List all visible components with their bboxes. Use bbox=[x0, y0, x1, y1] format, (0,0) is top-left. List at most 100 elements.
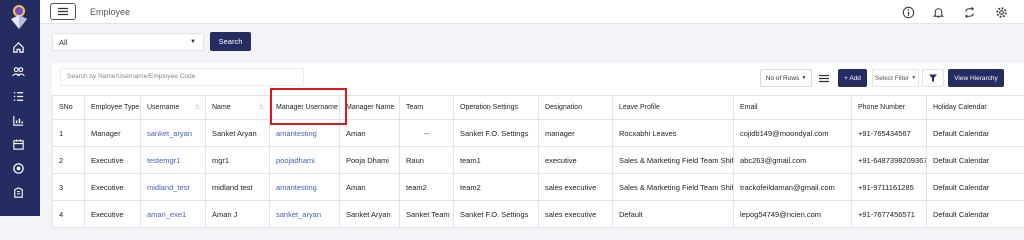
page-title: Employee bbox=[90, 7, 131, 17]
column-header[interactable]: Phone Number bbox=[851, 95, 927, 120]
top-bar: Employee bbox=[40, 0, 1024, 24]
cell-employee-type: Executive bbox=[84, 146, 141, 174]
cell-email: abc263@gmail.com bbox=[733, 146, 852, 174]
chevron-down-icon: ▼ bbox=[801, 75, 807, 81]
cell-team: Raun bbox=[399, 146, 454, 174]
cell-phone: +91-9711161285 bbox=[851, 173, 927, 201]
column-header[interactable]: Holiday Calendar bbox=[926, 95, 1024, 120]
cell-operation-settings: Sanket F.O. Settings bbox=[453, 200, 539, 228]
sort-icon[interactable]: ⇅ bbox=[259, 104, 264, 111]
cell-team: team2 bbox=[399, 173, 454, 201]
sort-icon[interactable]: ⇅ bbox=[195, 104, 200, 111]
cell-holiday-calendar: Default Calendar bbox=[926, 146, 1024, 174]
list-icon bbox=[819, 74, 829, 82]
column-header[interactable]: Team bbox=[399, 95, 454, 120]
team-icon[interactable] bbox=[11, 64, 25, 78]
cell-employee-type: Manager bbox=[84, 119, 141, 147]
cell-manager-username-link[interactable]: poojadhami bbox=[269, 146, 340, 174]
cell-team: -- bbox=[399, 119, 454, 147]
cell-email: trackofeildaman@gmail.com bbox=[733, 173, 852, 201]
cell-sno: 4 bbox=[52, 200, 85, 228]
add-employee-button[interactable]: + Add bbox=[838, 69, 867, 87]
column-list-button[interactable] bbox=[816, 69, 832, 87]
table-row[interactable]: 4 Executive aman_exe1 Aman J sanket_arya… bbox=[52, 200, 1024, 228]
home-icon[interactable] bbox=[11, 40, 25, 54]
table-row[interactable]: 1 Manager sanket_aryan Sanket Aryan aman… bbox=[52, 119, 1024, 147]
calendar-icon[interactable] bbox=[11, 137, 25, 151]
employee-filter-value: All bbox=[59, 38, 68, 47]
cell-username-link[interactable]: testemgr1 bbox=[140, 146, 206, 174]
highlight-box bbox=[270, 88, 347, 125]
menu-toggle-button[interactable] bbox=[50, 3, 76, 20]
funnel-icon bbox=[929, 74, 937, 82]
reports-icon[interactable] bbox=[11, 113, 25, 127]
cell-phone: +91-7677456571 bbox=[851, 200, 927, 228]
table-row[interactable]: 3 Executive midland_test midland test am… bbox=[52, 173, 1024, 201]
info-icon[interactable] bbox=[901, 5, 915, 19]
cell-sno: 2 bbox=[52, 146, 85, 174]
column-header[interactable]: Name ⇅ bbox=[205, 95, 270, 120]
cell-manager-name: Sanket Aryan bbox=[339, 200, 400, 228]
cell-leave-profile: Default bbox=[612, 200, 734, 228]
cell-leave-profile: Sales & Marketing Field Team Shift bbox=[612, 146, 734, 174]
cell-leave-profile: Rocxabhi Leaves bbox=[612, 119, 734, 147]
cell-manager-name: Aman bbox=[339, 173, 400, 201]
cell-designation: sales executive bbox=[538, 173, 613, 201]
view-hierarchy-button[interactable]: View Hierarchy bbox=[948, 69, 1004, 87]
building-icon[interactable] bbox=[11, 185, 25, 199]
rows-per-page-select[interactable]: No of Rows ▼ bbox=[760, 69, 812, 87]
cell-employee-type: Executive bbox=[84, 173, 141, 201]
search-button[interactable]: Search bbox=[210, 32, 251, 51]
cell-username-link[interactable]: midland_test bbox=[140, 173, 206, 201]
cell-manager-name: Aman bbox=[339, 119, 400, 147]
task-list-icon[interactable] bbox=[11, 89, 25, 103]
cell-holiday-calendar: Default Calendar bbox=[926, 119, 1024, 147]
employee-search-input[interactable]: Search by Name/Username/Employee Code bbox=[60, 68, 304, 86]
cell-operation-settings: Sanket F.O. Settings bbox=[453, 119, 539, 147]
select-filter-label: Select Filter bbox=[874, 74, 910, 82]
cell-leave-profile: Sales & Marketing Field Team Shift bbox=[612, 173, 734, 201]
column-header[interactable]: Leave Profile bbox=[612, 95, 734, 120]
cell-operation-settings: team2 bbox=[453, 173, 539, 201]
column-header-label: Username bbox=[147, 104, 180, 111]
notification-bell-icon[interactable] bbox=[931, 5, 945, 19]
gear-icon[interactable] bbox=[994, 5, 1008, 19]
cell-employee-type: Executive bbox=[84, 200, 141, 228]
employee-filter-select[interactable]: All ▼ bbox=[52, 33, 204, 51]
column-header[interactable]: Email bbox=[733, 95, 852, 120]
table-row[interactable]: 2 Executive testemgr1 mgr1 poojadhami Po… bbox=[52, 146, 1024, 174]
cell-designation: sales executive bbox=[538, 200, 613, 228]
cell-manager-username-link[interactable]: amantesting bbox=[269, 173, 340, 201]
hamburger-icon bbox=[58, 7, 68, 16]
rows-per-page-label: No of Rows bbox=[765, 74, 800, 82]
cell-operation-settings: team1 bbox=[453, 146, 539, 174]
cell-designation: manager bbox=[538, 119, 613, 147]
sync-icon[interactable] bbox=[962, 5, 976, 19]
cell-phone: +91-6487398209367 bbox=[851, 146, 927, 174]
cell-manager-username-link[interactable]: sanket_aryan bbox=[269, 200, 340, 228]
cell-name: Aman J bbox=[205, 200, 270, 228]
filter-button[interactable] bbox=[922, 69, 944, 87]
select-filter-dropdown[interactable]: Select Filter ▼ bbox=[872, 69, 919, 87]
cell-email: cojidb149@moondyal.com bbox=[733, 119, 852, 147]
employee-table: SNo Employee Type Username ⇅ Name ⇅ Manage… bbox=[52, 95, 1024, 228]
settings-circle-icon[interactable] bbox=[11, 161, 25, 175]
chevron-down-icon: ▼ bbox=[911, 75, 917, 81]
cell-team: Sanket Team bbox=[399, 200, 454, 228]
column-header[interactable]: Operation Settings bbox=[453, 95, 539, 120]
cell-sno: 1 bbox=[52, 119, 85, 147]
column-header[interactable]: Designation bbox=[538, 95, 613, 120]
column-header-label: Name bbox=[212, 104, 231, 111]
cell-holiday-calendar: Default Calendar bbox=[926, 173, 1024, 201]
column-header[interactable]: SNo bbox=[52, 95, 85, 120]
cell-holiday-calendar: Default Calendar bbox=[926, 200, 1024, 228]
cell-name: midland test bbox=[205, 173, 270, 201]
column-header[interactable]: Employee Type bbox=[84, 95, 141, 120]
column-header[interactable]: Username ⇅ bbox=[140, 95, 206, 120]
app-logo[interactable] bbox=[8, 4, 30, 30]
cell-username-link[interactable]: sanket_aryan bbox=[140, 119, 206, 147]
cell-username-link[interactable]: aman_exe1 bbox=[140, 200, 206, 228]
column-header[interactable]: Manager Name bbox=[339, 95, 400, 120]
cell-email: lepog54749@ncien.com bbox=[733, 200, 852, 228]
table-header-row: SNo Employee Type Username ⇅ Name ⇅ Manage… bbox=[52, 95, 1024, 120]
